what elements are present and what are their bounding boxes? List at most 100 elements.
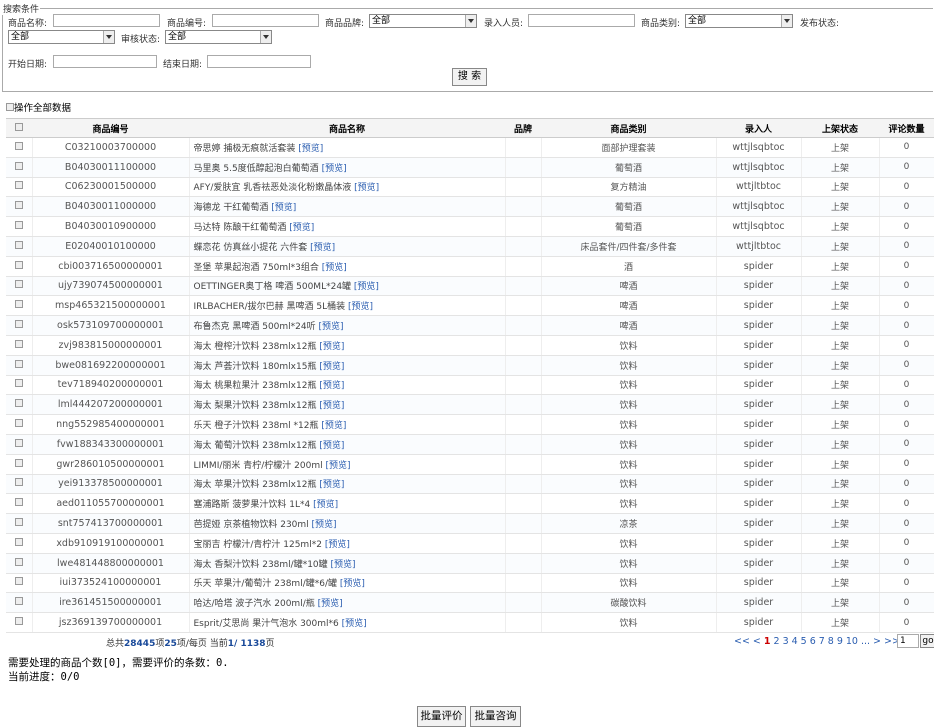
cell-status: 上架 [801,573,880,594]
row-checkbox[interactable] [14,557,23,566]
pager-link[interactable]: 1 [764,636,771,647]
row-checkbox[interactable] [14,577,23,586]
preview-link[interactable]: [预览] [319,480,344,490]
row-checkbox[interactable] [14,181,23,190]
start-date-input[interactable] [53,55,157,68]
preview-link[interactable]: [预览] [319,342,344,352]
cell-user: spider [716,553,802,574]
preview-link[interactable]: [预览] [340,579,365,589]
row-checkbox[interactable] [14,320,23,329]
preview-link[interactable]: [预览] [271,203,296,213]
header-user[interactable]: 录入人 [716,118,801,138]
preview-link[interactable]: [预览] [310,243,335,253]
row-checkbox[interactable] [14,617,23,626]
row-checkbox[interactable] [14,221,23,230]
pager-link[interactable]: > [873,636,881,647]
preview-link[interactable]: [预览] [313,500,338,510]
preview-link[interactable]: [预览] [298,144,323,154]
header-brand[interactable]: 品牌 [505,118,541,138]
row-checkbox[interactable] [14,438,23,447]
pager-link[interactable]: << [734,636,750,647]
header-code[interactable]: 商品编号 [32,118,189,138]
row-checkbox[interactable] [14,419,23,428]
row-checkbox[interactable] [14,458,23,467]
pager-link[interactable]: 9 [837,636,843,647]
preview-link[interactable]: [预览] [325,461,350,471]
preview-link[interactable]: [预览] [319,322,344,332]
preview-link[interactable]: [预览] [312,520,337,530]
pager-link[interactable]: < [753,636,761,647]
cell-user: spider [716,315,802,336]
header-comments[interactable]: 评论数量 [879,118,934,138]
row-checkbox[interactable] [14,201,23,210]
pager-link[interactable]: 10 [846,636,858,647]
page-number-input[interactable]: 1 [897,634,919,648]
row-checkbox[interactable] [14,300,23,309]
row-checkbox-cell [6,276,33,297]
row-checkbox[interactable] [14,399,23,408]
preview-link[interactable]: [预览] [319,401,344,411]
row-checkbox[interactable] [14,478,23,487]
operate-all-checkbox[interactable] [6,103,14,111]
pager-link[interactable]: 5 [801,636,807,647]
row-checkbox[interactable] [14,597,23,606]
pager-link[interactable]: 6 [810,636,816,647]
preview-link[interactable]: [预览] [342,619,367,629]
preview-link[interactable]: [预览] [331,560,356,570]
row-checkbox[interactable] [14,260,23,269]
category-select[interactable]: 全部 [685,14,793,28]
end-date-input[interactable] [207,55,311,68]
cell-status: 上架 [801,375,880,396]
row-checkbox[interactable] [14,537,23,546]
cell-user: spider [716,533,802,554]
row-checkbox[interactable] [14,518,23,527]
pager-link[interactable]: 2 [774,636,780,647]
row-checkbox-cell [6,612,33,633]
cell-brand [505,137,542,158]
pager-link[interactable]: ... [861,636,870,647]
row-checkbox[interactable] [14,359,23,368]
batch-consult-button[interactable]: 批量咨询 [470,706,521,727]
pager-link[interactable]: 3 [783,636,789,647]
product-code-input[interactable] [212,14,319,27]
preview-link[interactable]: [预览] [289,223,314,233]
row-checkbox[interactable] [14,141,23,150]
preview-link[interactable]: [预览] [348,302,373,312]
entry-user-input[interactable] [528,14,635,27]
batch-review-button[interactable]: 批量评价 [417,706,466,727]
header-status[interactable]: 上架状态 [801,118,879,138]
preview-link[interactable]: [预览] [325,540,350,550]
preview-link[interactable]: [预览] [321,421,346,431]
search-button[interactable]: 搜 索 [452,68,487,86]
row-checkbox[interactable] [14,161,23,170]
header-name[interactable]: 商品名称 [189,118,505,138]
go-button[interactable]: go [920,634,934,648]
row-checkbox[interactable] [14,339,23,348]
preview-link[interactable]: [预览] [319,362,344,372]
review-status-select[interactable]: 全部 [165,30,272,44]
preview-link[interactable]: [预览] [322,263,347,273]
table-row: lwe481448800000001 海太 香梨汁饮料 238ml/罐*10罐 [… [6,553,934,574]
row-checkbox[interactable] [14,498,23,507]
pager-link[interactable]: 7 [819,636,825,647]
select-all-checkbox[interactable] [15,122,23,131]
progress-info: 当前进度：0/0 [8,671,80,683]
header-category[interactable]: 商品类别 [541,118,716,138]
preview-link[interactable]: [预览] [319,441,344,451]
cell-brand [505,157,542,178]
row-checkbox[interactable] [14,280,23,289]
pager-link[interactable]: 4 [792,636,798,647]
preview-link[interactable]: [预览] [354,183,379,193]
publish-status-select[interactable]: 全部 [8,30,115,44]
preview-link[interactable]: [预览] [318,599,343,609]
preview-link[interactable]: [预览] [354,282,379,292]
cell-user: spider [716,474,802,495]
brand-select[interactable]: 全部 [369,14,477,28]
pager-link[interactable]: 8 [828,636,834,647]
product-name-input[interactable] [53,14,160,27]
row-checkbox[interactable] [14,379,23,388]
product-name: 海太 梨果汁饮料 238mlx12瓶 [193,401,317,412]
preview-link[interactable]: [预览] [319,381,344,391]
row-checkbox[interactable] [14,240,23,249]
preview-link[interactable]: [预览] [322,164,347,174]
